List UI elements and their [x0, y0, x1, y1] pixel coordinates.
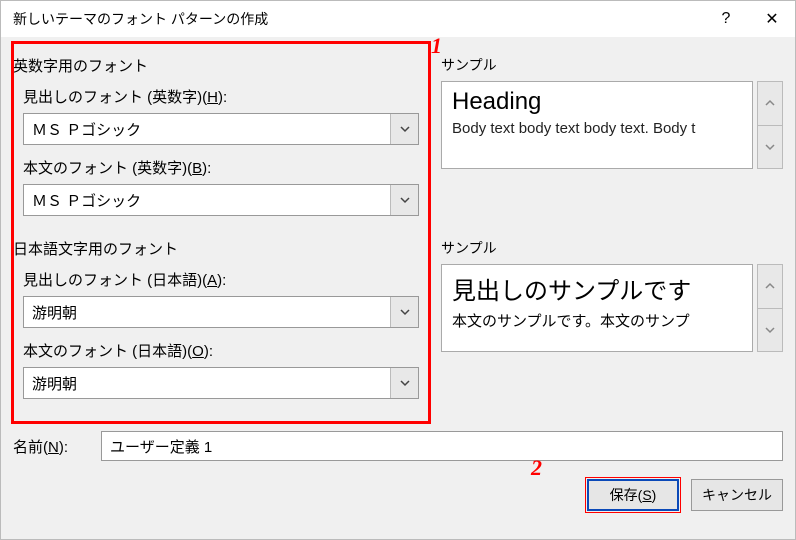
jp-sample-col: サンプル 見出しのサンプルです 本文のサンプルです。本文のサンプ	[423, 228, 783, 366]
latin-heading-dropdown[interactable]	[390, 114, 418, 144]
jp-row: 日本語文字用のフォント 見出しのフォント (日本語)(A): 游明朝 本文のフォ…	[13, 228, 783, 411]
chevron-down-icon	[400, 378, 410, 388]
chevron-up-icon	[765, 281, 775, 291]
jp-body-dropdown[interactable]	[390, 368, 418, 398]
chevron-down-icon	[400, 124, 410, 134]
close-icon: ✕	[765, 9, 778, 29]
cancel-button[interactable]: キャンセル	[691, 479, 783, 511]
latin-heading-font-value: ＭＳ Ｐゴシック	[24, 114, 390, 144]
name-label: 名前(N):	[13, 436, 101, 457]
client-area: 1 英数字用のフォント 見出しのフォント (英数字)(H): ＭＳ Ｐゴシック …	[1, 37, 795, 523]
latin-group-title: 英数字用のフォント	[13, 55, 423, 76]
jp-sample-inner: 見出しのサンプルです 本文のサンプルです。本文のサンプ	[441, 264, 753, 352]
chevron-down-icon	[400, 307, 410, 317]
latin-group: 英数字用のフォント 見出しのフォント (英数字)(H): ＭＳ Ｐゴシック 本文…	[13, 45, 423, 228]
latin-sample-body: Body text body text body text. Body t	[452, 120, 742, 137]
jp-group-title: 日本語文字用のフォント	[13, 238, 423, 259]
scroll-up-button[interactable]	[757, 264, 783, 309]
scroll-up-button[interactable]	[757, 81, 783, 126]
dialog: 新しいテーマのフォント パターンの作成 ? ✕ 1 英数字用のフォント 見出しの…	[0, 0, 796, 540]
jp-sample-body: 本文のサンプルです。本文のサンプ	[452, 310, 742, 331]
jp-sample-scroll	[757, 264, 783, 352]
jp-body-label: 本文のフォント (日本語)(O):	[23, 340, 423, 361]
sample-label-latin: サンプル	[441, 55, 783, 75]
scroll-down-button[interactable]	[757, 126, 783, 170]
button-row: 保存(S) キャンセル	[13, 479, 783, 511]
name-row: 名前(N):	[13, 431, 783, 461]
latin-body-dropdown[interactable]	[390, 185, 418, 215]
chevron-down-icon	[400, 195, 410, 205]
question-icon: ?	[722, 10, 731, 28]
latin-sample-heading: Heading	[452, 88, 742, 116]
latin-sample-col: サンプル Heading Body text body text body te…	[423, 45, 783, 183]
chevron-down-icon	[765, 142, 775, 152]
latin-body-label: 本文のフォント (英数字)(B):	[23, 157, 423, 178]
jp-heading-font-combo[interactable]: 游明朝	[23, 296, 419, 328]
latin-heading-font-combo[interactable]: ＭＳ Ｐゴシック	[23, 113, 419, 145]
annotation-number-1: 1	[431, 33, 442, 59]
dialog-title: 新しいテーマのフォント パターンの作成	[13, 9, 703, 29]
jp-group: 日本語文字用のフォント 見出しのフォント (日本語)(A): 游明朝 本文のフォ…	[13, 228, 423, 411]
latin-sample-box: Heading Body text body text body text. B…	[441, 81, 783, 169]
save-button[interactable]: 保存(S)	[587, 479, 679, 511]
name-input[interactable]	[101, 431, 783, 461]
annotation-number-2: 2	[531, 455, 542, 481]
latin-sample-scroll	[757, 81, 783, 169]
close-button[interactable]: ✕	[749, 1, 795, 37]
chevron-down-icon	[765, 325, 775, 335]
jp-sample-box: 見出しのサンプルです 本文のサンプルです。本文のサンプ	[441, 264, 783, 352]
titlebar: 新しいテーマのフォント パターンの作成 ? ✕	[1, 1, 795, 37]
help-button[interactable]: ?	[703, 1, 749, 37]
jp-body-font-value: 游明朝	[24, 368, 390, 398]
jp-heading-label: 見出しのフォント (日本語)(A):	[23, 269, 423, 290]
chevron-up-icon	[765, 98, 775, 108]
jp-heading-font-value: 游明朝	[24, 297, 390, 327]
latin-heading-label: 見出しのフォント (英数字)(H):	[23, 86, 423, 107]
latin-sample-inner: Heading Body text body text body text. B…	[441, 81, 753, 169]
sample-label-jp: サンプル	[441, 238, 783, 258]
latin-body-font-combo[interactable]: ＭＳ Ｐゴシック	[23, 184, 419, 216]
latin-body-font-value: ＭＳ Ｐゴシック	[24, 185, 390, 215]
jp-sample-heading: 見出しのサンプルです	[452, 271, 742, 306]
jp-heading-dropdown[interactable]	[390, 297, 418, 327]
scroll-down-button[interactable]	[757, 309, 783, 353]
jp-body-font-combo[interactable]: 游明朝	[23, 367, 419, 399]
latin-row: 英数字用のフォント 見出しのフォント (英数字)(H): ＭＳ Ｐゴシック 本文…	[13, 45, 783, 228]
